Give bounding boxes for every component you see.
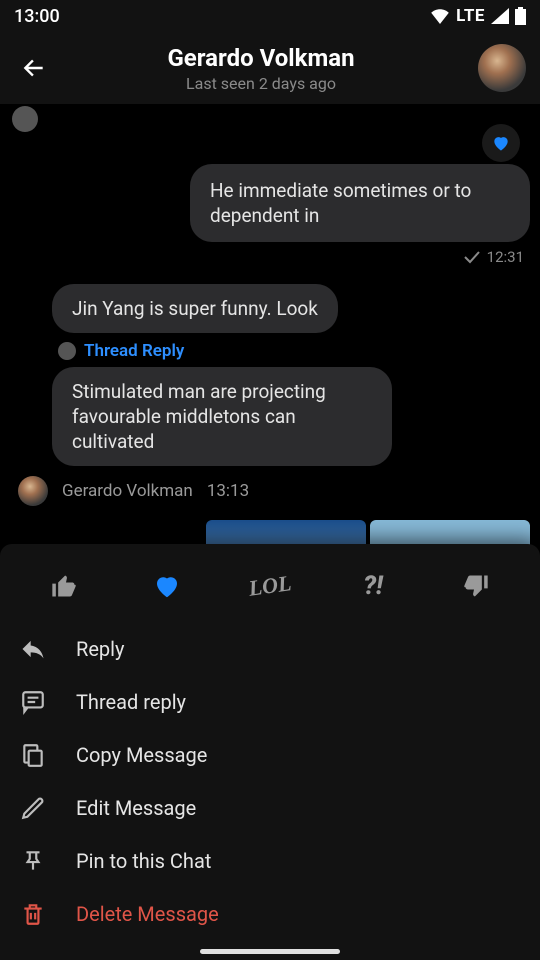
status-right: LTE <box>430 6 526 26</box>
thumbs-down-icon <box>462 572 490 600</box>
home-indicator[interactable] <box>200 949 340 954</box>
thread-icon <box>18 687 48 717</box>
thumbs-up-icon <box>50 572 78 600</box>
lol-label: LOL <box>247 570 293 602</box>
menu-thread-reply[interactable]: Thread reply <box>18 675 522 728</box>
sender-avatar[interactable] <box>18 476 48 506</box>
menu-label: Pin to this Chat <box>76 849 211 873</box>
pencil-icon <box>18 793 48 823</box>
network-label: LTE <box>456 6 485 26</box>
menu-edit[interactable]: Edit Message <box>18 781 522 834</box>
pin-icon <box>18 846 48 876</box>
reaction-badge[interactable] <box>482 124 520 162</box>
check-icon <box>463 250 481 264</box>
reaction-row: LOL ?! <box>0 544 540 622</box>
header-title-block[interactable]: Gerardo Volkman Last seen 2 days ago <box>44 44 478 93</box>
context-menu: Reply Thread reply Copy Message Edit Mes… <box>0 622 540 940</box>
reaction-heart[interactable] <box>145 564 189 608</box>
thread-reply-row[interactable]: Thread Reply <box>58 341 530 361</box>
menu-label: Copy Message <box>76 743 207 767</box>
thread-reply-link: Thread Reply <box>84 341 184 361</box>
status-bar: 13:00 LTE <box>0 0 540 32</box>
message-time: 13:13 <box>207 481 249 501</box>
battery-icon <box>515 7 526 25</box>
message-bubble-in[interactable]: Jin Yang is super funny. Look <box>52 284 338 333</box>
reply-icon <box>18 634 48 664</box>
message-time: 12:31 <box>487 248 524 266</box>
menu-copy[interactable]: Copy Message <box>18 728 522 781</box>
app-screen: 13:00 LTE Gerardo Volkman Last seen 2 da… <box>0 0 540 960</box>
menu-reply[interactable]: Reply <box>18 622 522 675</box>
question-label: ?! <box>363 571 383 601</box>
menu-label: Delete Message <box>76 902 219 926</box>
status-time: 13:00 <box>14 6 60 27</box>
menu-label: Edit Message <box>76 796 196 820</box>
menu-delete[interactable]: Delete Message <box>18 887 522 940</box>
thread-avatar <box>58 342 76 360</box>
message-text: Stimulated man are projecting favourable… <box>72 380 326 453</box>
contact-avatar[interactable] <box>478 44 526 92</box>
menu-pin[interactable]: Pin to this Chat <box>18 834 522 887</box>
message-bubble-out[interactable]: He immediate sometimes or to dependent i… <box>190 164 530 242</box>
message-in-wrap-1: Jin Yang is super funny. Look <box>52 284 530 333</box>
heart-icon <box>491 133 511 153</box>
prev-sender-avatar <box>12 106 38 132</box>
signal-icon <box>491 8 509 24</box>
message-text: He immediate sometimes or to dependent i… <box>210 179 471 227</box>
reaction-question[interactable]: ?! <box>351 564 395 608</box>
message-out-wrap: He immediate sometimes or to dependent i… <box>10 164 530 242</box>
copy-icon <box>18 740 48 770</box>
reaction-thumbs-down[interactable] <box>454 564 498 608</box>
message-in-wrap-2: Stimulated man are projecting favourable… <box>52 367 530 466</box>
message-out-meta: 12:31 <box>10 248 530 266</box>
reaction-lol[interactable]: LOL <box>245 561 295 611</box>
reaction-thumbs-up[interactable] <box>42 564 86 608</box>
menu-label: Reply <box>76 637 125 661</box>
message-in-meta: Gerardo Volkman 13:13 <box>54 476 530 506</box>
chat-title: Gerardo Volkman <box>44 44 478 72</box>
trash-icon <box>18 899 48 929</box>
chat-subtitle: Last seen 2 days ago <box>44 74 478 93</box>
context-menu-sheet: LOL ?! Reply Thread reply <box>0 544 540 960</box>
sender-name: Gerardo Volkman <box>62 481 193 501</box>
menu-label: Thread reply <box>76 690 186 714</box>
wifi-icon <box>430 8 450 24</box>
message-text: Jin Yang is super funny. Look <box>72 297 318 320</box>
chat-header: Gerardo Volkman Last seen 2 days ago <box>0 32 540 104</box>
message-bubble-in[interactable]: Stimulated man are projecting favourable… <box>52 367 392 466</box>
heart-icon <box>152 571 182 601</box>
